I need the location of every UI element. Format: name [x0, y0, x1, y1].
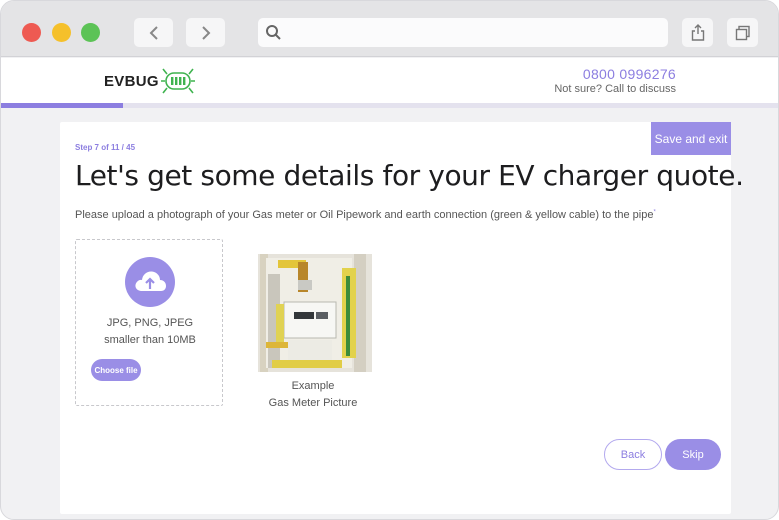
progress-bar [1, 103, 123, 108]
tabs-icon [735, 25, 750, 40]
choose-file-button[interactable]: Choose file [91, 359, 141, 381]
battery-bug-icon [160, 68, 195, 94]
cloud-upload-glyph [135, 271, 166, 291]
chevron-left-icon [149, 25, 158, 40]
formats-line: JPG, PNG, JPEG [106, 317, 194, 329]
site-header: EVBUG 0800 0996276 Not sure? Call to dis… [1, 58, 778, 103]
example-caption-line1: Example [291, 380, 335, 392]
search-icon [266, 25, 281, 40]
cloud-upload-icon [125, 257, 175, 307]
save-and-exit-button[interactable]: Save and exit [651, 122, 731, 155]
share-icon [691, 24, 704, 41]
file-dropzone[interactable]: JPG, PNG, JPEG smaller than 10MB Choose … [75, 239, 223, 406]
example-caption-line2: Gas Meter Picture [268, 397, 358, 409]
browser-toolbar [1, 1, 778, 57]
tabs-button[interactable] [727, 18, 758, 47]
page-title: Let's get some details for your EV charg… [75, 159, 744, 192]
phone-number[interactable]: 0800 0996276 [583, 66, 676, 82]
address-bar[interactable] [258, 18, 668, 47]
step-indicator: Step 7 of 11 / 45 [75, 143, 136, 152]
phone-subtext: Not sure? Call to discuss [554, 83, 676, 95]
share-button[interactable] [682, 18, 713, 47]
instruction-text: Please upload a photograph of your Gas m… [75, 209, 654, 221]
browser-window: EVBUG 0800 0996276 Not sure? Call to dis… [0, 0, 779, 520]
chevron-right-icon [201, 25, 210, 40]
browser-back-button[interactable] [134, 18, 173, 47]
browser-forward-button[interactable] [186, 18, 225, 47]
maximize-window-button[interactable] [81, 23, 100, 42]
close-window-button[interactable] [22, 23, 41, 42]
minimize-window-button[interactable] [52, 23, 71, 42]
required-mark: * [653, 209, 656, 216]
skip-button[interactable]: Skip [665, 439, 721, 470]
file-format-info: JPG, PNG, JPEG smaller than 10MB [76, 315, 224, 349]
quote-card: Save and exit Step 7 of 11 / 45 Let's ge… [60, 122, 744, 514]
back-button[interactable]: Back [604, 439, 662, 470]
gas-meter-photo [258, 254, 372, 372]
example-gas-meter-image [258, 254, 372, 372]
size-limit-line: smaller than 10MB [104, 334, 196, 346]
evbug-logo[interactable]: EVBUG [104, 66, 195, 96]
upload-instruction: Please upload a photograph of your Gas m… [75, 209, 656, 221]
logo-text: EVBUG [104, 72, 159, 90]
example-caption: Example Gas Meter Picture [253, 378, 373, 412]
